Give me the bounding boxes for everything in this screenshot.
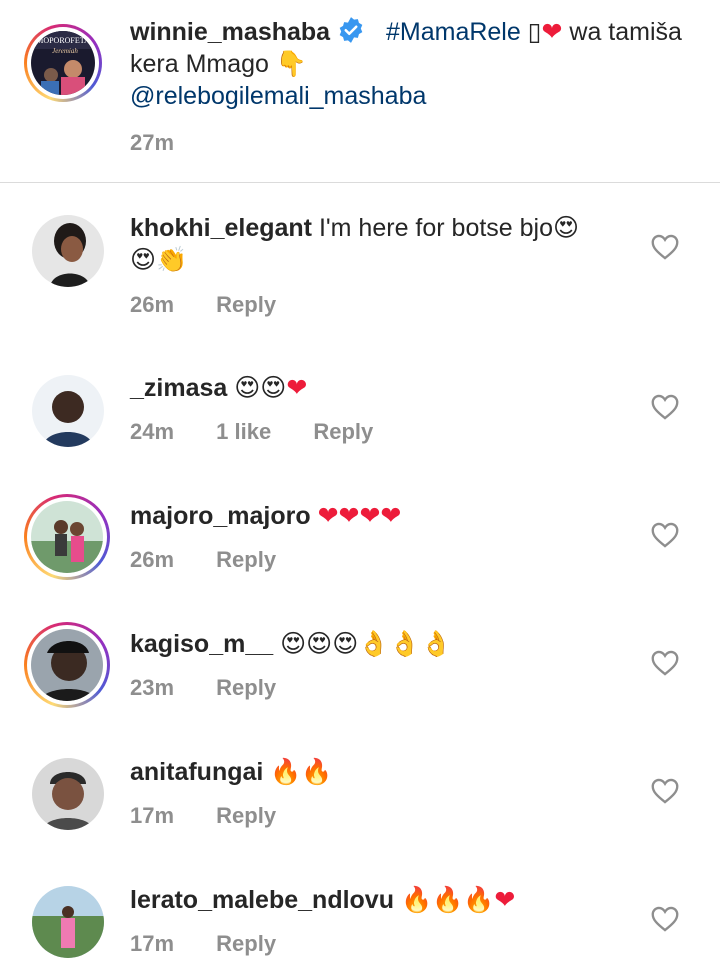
comment-username[interactable]: majoro_majoro <box>130 502 311 530</box>
avatar-image: MOPOROFETA Jeremiah <box>31 31 95 95</box>
caption-username[interactable]: winnie_mashaba <box>130 18 330 46</box>
avatar-image <box>32 375 104 447</box>
caption-heart-emoji: ❤ <box>541 17 563 46</box>
comment-text <box>311 502 318 530</box>
comment-emojis-line2: 😍👏 <box>130 245 188 274</box>
comment-username[interactable]: khokhi_elegant <box>130 214 312 242</box>
comment-time: 17m <box>130 931 175 956</box>
caption-divider <box>0 182 720 183</box>
avatar-image <box>32 886 104 958</box>
comment-time: 17m <box>130 803 175 828</box>
caption-hashtag[interactable]: #MamaRele <box>386 18 521 46</box>
heart-outline-icon[interactable] <box>651 234 679 260</box>
reply-button[interactable]: Reply <box>216 292 276 317</box>
reply-button[interactable]: Reply <box>313 419 373 444</box>
comment-text <box>394 886 401 914</box>
avatar-image <box>31 629 103 701</box>
heart-outline-icon[interactable] <box>651 522 679 548</box>
heart-outline-icon[interactable] <box>651 778 679 804</box>
caption-text: winnie_mashaba #MamaRele ▯❤ wa tamiša ke… <box>130 16 690 112</box>
comment-hearts: ❤ <box>286 373 308 402</box>
comment-time: 24m <box>130 419 175 444</box>
reply-button[interactable]: Reply <box>216 803 276 828</box>
comment-emojis: 😍 <box>553 213 580 242</box>
comment-username[interactable]: anitafungai <box>130 758 263 786</box>
avatar-image <box>32 215 104 287</box>
caption-mention[interactable]: @relebogilemali_mashaba <box>130 82 426 110</box>
comment-avatar[interactable] <box>24 622 110 708</box>
svg-text:MOPOROFETA: MOPOROFETA <box>36 36 90 45</box>
comment-emojis: 😍😍 <box>234 373 287 402</box>
comment-username[interactable]: kagiso_m__ <box>130 630 273 658</box>
comment-emojis: 🔥🔥 <box>270 757 333 786</box>
reply-button[interactable]: Reply <box>216 931 276 956</box>
caption-meta: 27m <box>130 130 210 156</box>
comment-username[interactable]: lerato_malebe_ndlovu <box>130 886 394 914</box>
comment-avatar[interactable] <box>24 494 110 580</box>
comment-emojis: 😍😍😍👌👌👌 <box>280 629 452 658</box>
post-caption: MOPOROFETA Jeremiah winnie_mashaba #Mama… <box>0 0 720 183</box>
caption-time: 27m <box>130 130 175 155</box>
comment-avatar[interactable] <box>32 886 104 958</box>
heart-outline-icon[interactable] <box>651 906 679 932</box>
comment-time: 26m <box>130 292 175 317</box>
comment-avatar[interactable] <box>32 215 104 287</box>
reply-button[interactable]: Reply <box>216 675 276 700</box>
reply-button[interactable]: Reply <box>216 547 276 572</box>
comment-avatar[interactable] <box>32 375 104 447</box>
heart-outline-icon[interactable] <box>651 650 679 676</box>
avatar-image <box>31 501 103 573</box>
verified-badge-icon <box>339 17 363 43</box>
comment-emojis: 🔥🔥🔥 <box>400 885 495 914</box>
comment-hearts: ❤ <box>494 885 516 914</box>
svg-text:Jeremiah: Jeremiah <box>52 47 78 55</box>
comment-avatar[interactable] <box>32 758 104 830</box>
caption-author-avatar[interactable]: MOPOROFETA Jeremiah <box>24 24 102 102</box>
caption-glyph: ▯ <box>527 18 542 46</box>
comment-time: 26m <box>130 547 175 572</box>
comment-text: I'm here for botse bjo <box>312 214 554 242</box>
pointing-down-emoji: 👇 <box>275 49 308 78</box>
comment-username[interactable]: _zimasa <box>130 374 227 402</box>
heart-outline-icon[interactable] <box>651 394 679 420</box>
avatar-image <box>32 758 104 830</box>
comment-hearts: ❤❤❤❤ <box>317 501 402 530</box>
comment-time: 23m <box>130 675 175 700</box>
comment-likes[interactable]: 1 like <box>216 419 271 444</box>
